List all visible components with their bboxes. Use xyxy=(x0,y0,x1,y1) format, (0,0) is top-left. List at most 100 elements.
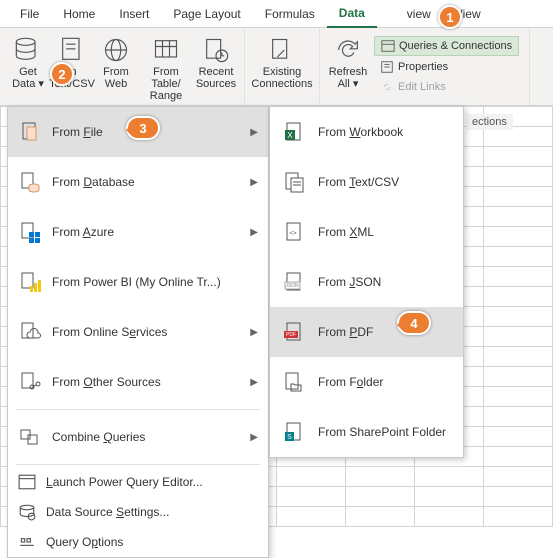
properties-label: Properties xyxy=(398,61,448,73)
database-icon xyxy=(18,170,42,194)
table-icon xyxy=(152,36,180,64)
from-database-item[interactable]: From Database ▶ xyxy=(8,157,268,207)
tab-home[interactable]: Home xyxy=(51,1,107,27)
from-table-button[interactable]: From Table/ Range xyxy=(138,32,194,102)
svg-text:X: X xyxy=(287,131,293,140)
refresh-label2: All ▾ xyxy=(338,78,359,90)
from-online-label: From Online Services xyxy=(52,325,250,339)
pdf-icon: PDF xyxy=(282,320,306,344)
from-pdf-item[interactable]: PDF From PDF xyxy=(270,307,463,357)
connections-icon xyxy=(268,36,296,64)
chevron-right-icon: ▶ xyxy=(250,432,258,443)
tab-file[interactable]: File xyxy=(8,1,51,27)
file-icon xyxy=(18,120,42,144)
from-textcsv-label: From Text/CSV xyxy=(318,175,399,189)
editor-icon xyxy=(18,473,36,491)
menu-separator xyxy=(16,409,260,410)
recent-icon xyxy=(202,36,230,64)
ribbon-group-connections: Existing Connections xyxy=(245,28,320,105)
from-other-item[interactable]: From Other Sources ▶ xyxy=(8,357,268,407)
svg-text:JSON: JSON xyxy=(285,283,299,289)
queries-label: Queries & Connections xyxy=(399,40,512,52)
get-data-button[interactable]: Get Data ▾ xyxy=(6,32,50,90)
query-options-item[interactable]: Query Options xyxy=(8,527,268,557)
from-database-label: From Database xyxy=(52,175,250,189)
from-workbook-item[interactable]: X From Workbook xyxy=(270,107,463,157)
from-xml-item[interactable]: <> From XML xyxy=(270,207,463,257)
link-icon xyxy=(380,80,394,94)
other-sources-icon xyxy=(18,370,42,394)
table-label2: Range xyxy=(150,90,182,102)
web-label1: From xyxy=(103,66,129,78)
existing-label2: Connections xyxy=(251,78,312,90)
chevron-right-icon: ▶ xyxy=(250,227,258,238)
queries-icon xyxy=(381,39,395,53)
properties-button[interactable]: Properties xyxy=(374,58,519,76)
azure-icon xyxy=(18,220,42,244)
from-web-button[interactable]: From Web xyxy=(94,32,138,90)
svg-text:PDF: PDF xyxy=(286,332,296,338)
recent-sources-button[interactable]: Recent Sources xyxy=(194,32,238,90)
refresh-icon xyxy=(334,36,362,64)
recent-label2: Sources xyxy=(196,78,236,90)
launch-pq-editor-item[interactable]: Launch Power Query Editor... xyxy=(8,467,268,497)
from-folder-item[interactable]: From Folder xyxy=(270,357,463,407)
callout-4: 4 xyxy=(397,311,431,335)
from-azure-label: From Azure xyxy=(52,225,250,239)
chevron-right-icon: ▶ xyxy=(250,127,258,138)
from-xml-label: From XML xyxy=(318,225,374,239)
database-icon xyxy=(14,36,42,64)
refresh-label1: Refresh xyxy=(329,66,368,78)
from-spfolder-label: From SharePoint Folder xyxy=(318,425,446,439)
chevron-right-icon: ▶ xyxy=(250,327,258,338)
tab-insert[interactable]: Insert xyxy=(107,1,161,27)
from-other-label: From Other Sources xyxy=(52,375,250,389)
from-json-item[interactable]: JSON From JSON xyxy=(270,257,463,307)
from-azure-item[interactable]: From Azure ▶ xyxy=(8,207,268,257)
existing-connections-button[interactable]: Existing Connections xyxy=(251,32,313,90)
edit-links-button: Edit Links xyxy=(374,78,519,96)
globe-icon xyxy=(102,36,130,64)
callout-1: 1 xyxy=(438,5,462,29)
web-label2: Web xyxy=(105,78,127,90)
tab-review[interactable]: view xyxy=(377,1,443,27)
from-powerbi-item[interactable]: From Power BI (My Online Tr...) xyxy=(8,257,268,307)
get-data-menu: From File ▶ From Database ▶ From Azure ▶… xyxy=(7,106,269,558)
ribbon-group-getdata: Get Data ▾ m Text/CSV From Web From Tabl… xyxy=(0,28,245,105)
options-icon xyxy=(18,533,36,551)
folder-icon xyxy=(282,370,306,394)
existing-label1: Existing xyxy=(263,66,302,78)
sharepoint-icon: S xyxy=(282,420,306,444)
table-label1: From Table/ xyxy=(138,66,194,90)
launch-pq-label: Launch Power Query Editor... xyxy=(46,475,203,489)
excel-icon: X xyxy=(282,120,306,144)
menu-separator xyxy=(16,464,260,465)
callout-3: 3 xyxy=(126,116,160,140)
recent-label1: Recent xyxy=(199,66,234,78)
settings-icon xyxy=(18,503,36,521)
json-icon: JSON xyxy=(282,270,306,294)
from-textcsv-item[interactable]: From Text/CSV xyxy=(270,157,463,207)
textcsv-icon xyxy=(282,170,306,194)
tab-data[interactable]: Data xyxy=(327,0,377,28)
from-workbook-label: From Workbook xyxy=(318,125,403,139)
from-spfolder-item[interactable]: S From SharePoint Folder xyxy=(270,407,463,457)
data-source-settings-label: Data Source Settings... xyxy=(46,505,169,519)
chevron-right-icon: ▶ xyxy=(250,177,258,188)
queries-panel: Queries & Connections Properties Edit Li… xyxy=(370,32,523,100)
data-source-settings-item[interactable]: Data Source Settings... xyxy=(8,497,268,527)
combine-queries-item[interactable]: Combine Queries ▶ xyxy=(8,412,268,462)
tab-formulas[interactable]: Formulas xyxy=(253,1,327,27)
refresh-all-button[interactable]: Refresh All ▾ xyxy=(326,32,370,90)
svg-text:<>: <> xyxy=(289,231,297,237)
from-pdf-label: From PDF xyxy=(318,325,373,339)
ribbon-tabbar: File Home Insert Page Layout Formulas Da… xyxy=(0,0,553,28)
queries-connections-button[interactable]: Queries & Connections xyxy=(374,36,519,56)
from-folder-label: From Folder xyxy=(318,375,383,389)
get-data-label1: Get xyxy=(19,66,37,78)
connections-group-label: ections xyxy=(466,114,513,130)
powerbi-icon xyxy=(18,270,42,294)
query-options-label: Query Options xyxy=(46,535,123,549)
from-online-item[interactable]: From Online Services ▶ xyxy=(8,307,268,357)
tab-pagelayout[interactable]: Page Layout xyxy=(161,1,252,27)
